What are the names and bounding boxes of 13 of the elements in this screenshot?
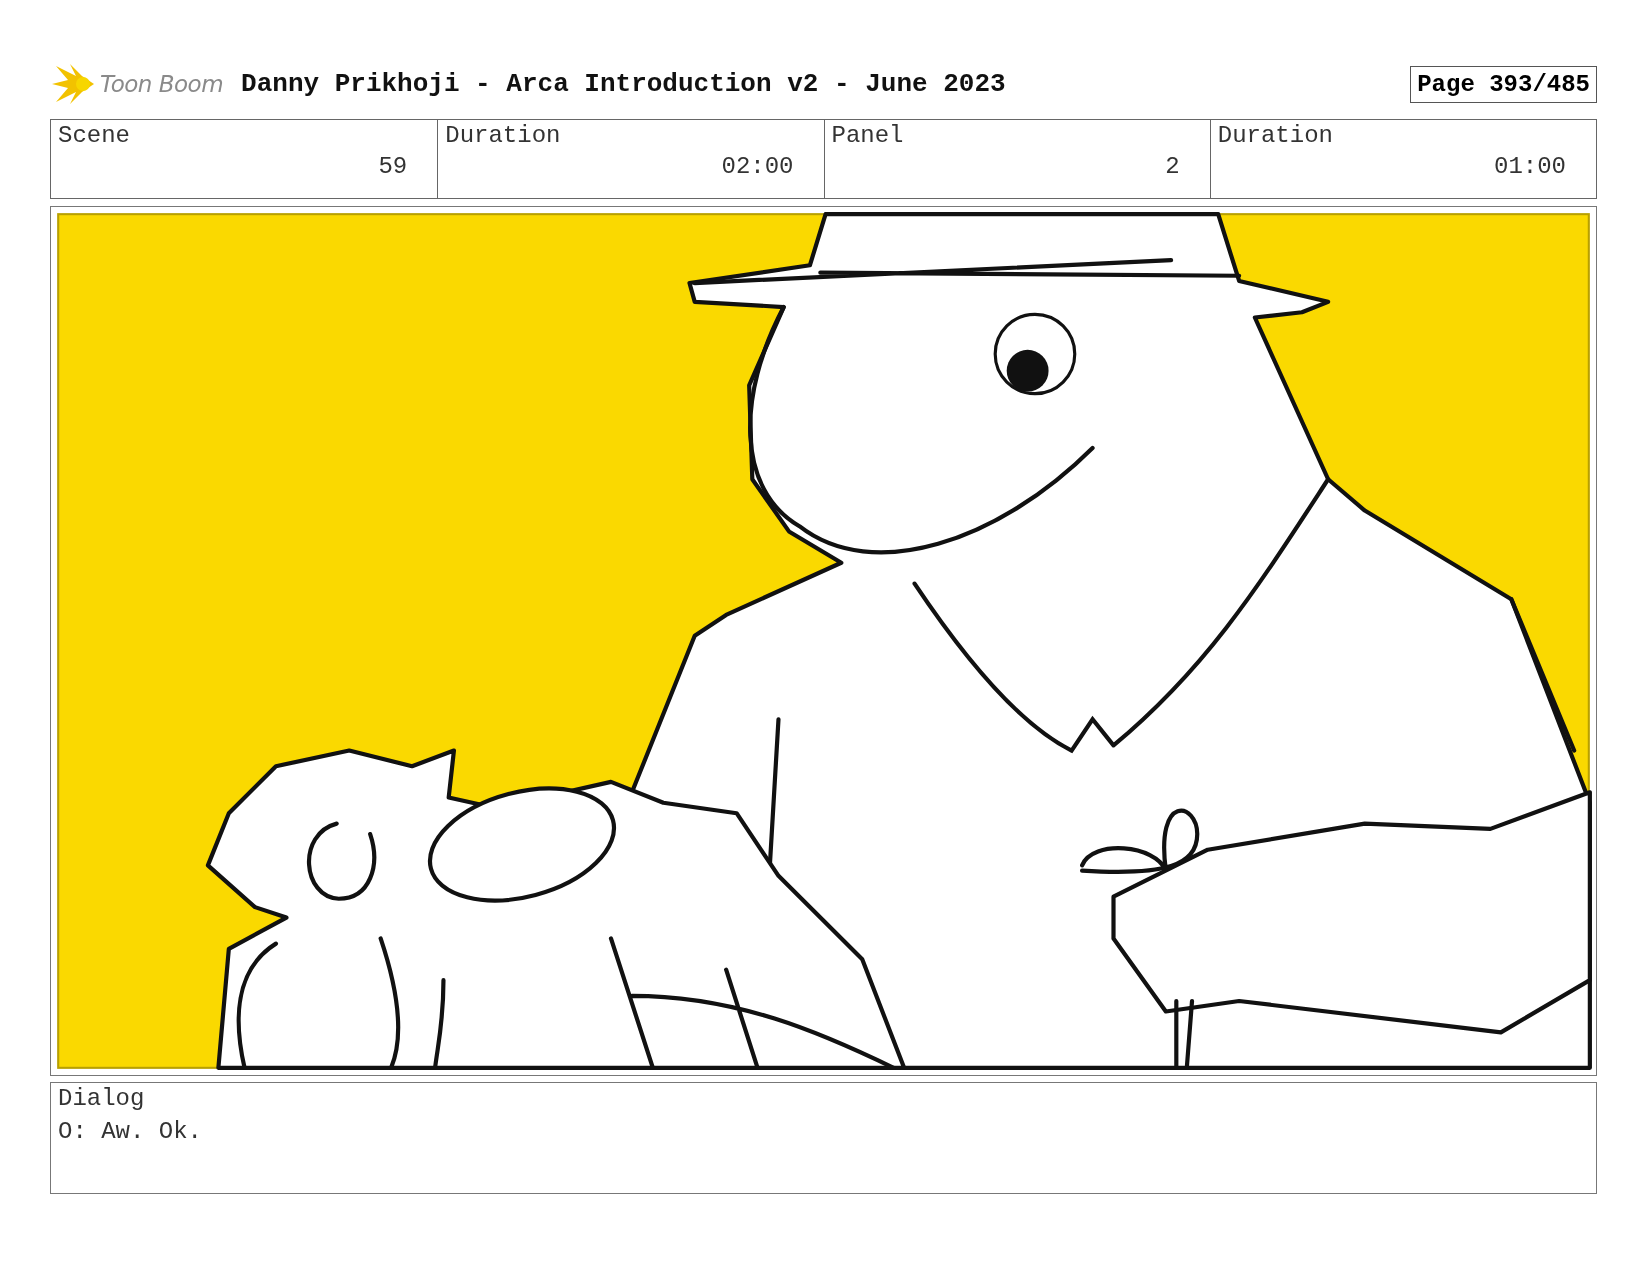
field-value: 59	[378, 153, 408, 180]
page-number: Page 393/485	[1410, 65, 1597, 103]
field-label: Duration	[1217, 122, 1334, 149]
logo-text: Toon Boom	[100, 71, 224, 97]
dialog-label: Dialog	[58, 1085, 145, 1112]
dialog-text: O: Aw. Ok.	[58, 1118, 203, 1145]
field-value: 2	[1165, 153, 1180, 180]
field-value: 01:00	[1494, 153, 1566, 180]
field-label: Scene	[58, 122, 131, 149]
field-label: Panel	[831, 122, 905, 149]
field-value: 02:00	[721, 153, 794, 180]
field-label: Duration	[445, 122, 562, 149]
storyboard-title: Danny Prikhoji - Arca Introduction v2 - June 2023	[241, 69, 1007, 99]
